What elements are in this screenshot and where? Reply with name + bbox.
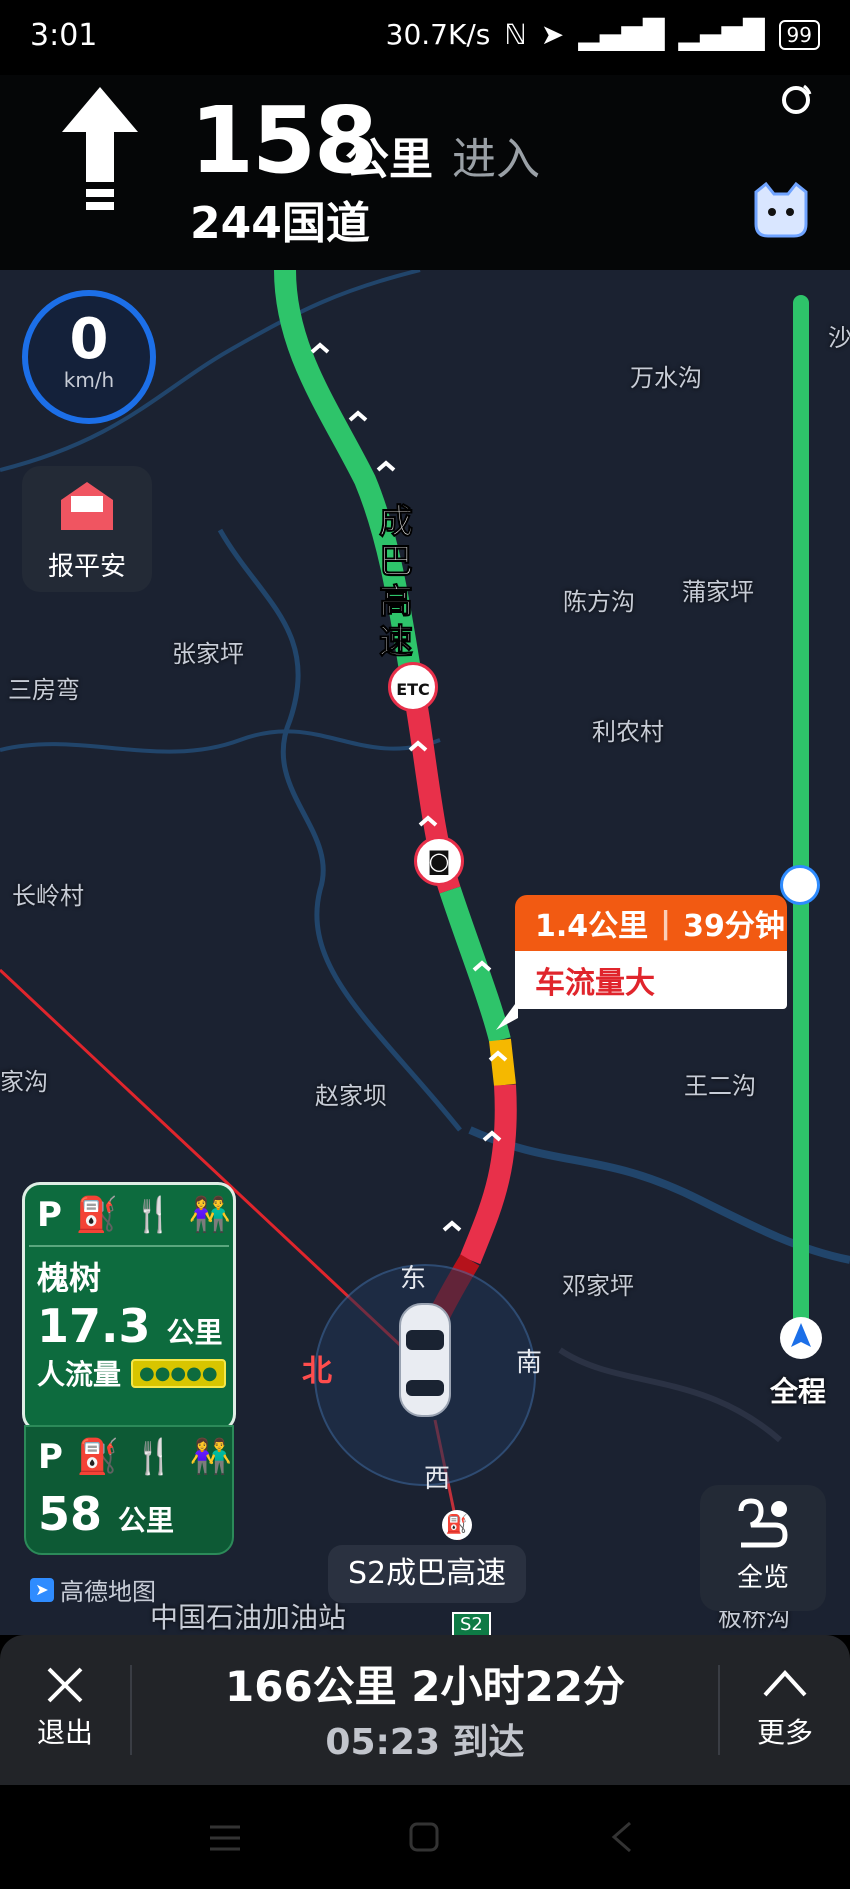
back-icon[interactable] <box>610 1821 634 1853</box>
amenities-row: P ⛽ 🍴 👫 <box>25 1185 233 1245</box>
menu-icon[interactable] <box>208 1823 242 1853</box>
place-label: 家沟 <box>0 1068 48 1096</box>
system-nav-bar <box>0 1785 850 1889</box>
service-area-distance-value: 17.3 <box>37 1299 151 1353</box>
highway-shield: S2 <box>452 1612 491 1635</box>
service-area-distance: 17.3 公里 <box>25 1299 233 1353</box>
parking-icon: P <box>38 1437 63 1477</box>
restroom-icon: 👫 <box>188 1195 231 1235</box>
divider <box>718 1665 720 1755</box>
current-position-icon <box>780 1317 822 1359</box>
compass-west: 西 <box>424 1464 451 1494</box>
overview-label: 全览 <box>736 1563 789 1593</box>
fuel-icon: ⛽ <box>75 1195 119 1235</box>
service-area-distance-unit: 公里 <box>166 1316 223 1349</box>
place-label: 长岭村 <box>12 882 84 910</box>
poi-label: 中国石油加油站 <box>150 1601 347 1634</box>
place-label: 邓家坪 <box>562 1272 634 1300</box>
crowd-level: 人流量 ●●●●● <box>25 1353 233 1393</box>
gaode-logo-icon: ➤ <box>30 1577 54 1602</box>
status-bar: 3:01 30.7K/s ℕ ➤ ▂▄▆█ ▂▄▆█ 99 <box>0 0 850 75</box>
place-label: 张家坪 <box>172 640 244 668</box>
crowd-meter-icon: ●●●●● <box>131 1358 226 1388</box>
location-icon: ➤ <box>540 18 565 51</box>
bottom-bar: 退出 166公里 2小时22分 05:23 到达 更多 <box>0 1635 850 1785</box>
trip-eta: 05:23 到达 <box>325 1722 525 1763</box>
chevron-up-icon <box>763 1670 807 1697</box>
service-area-card[interactable]: P ⛽ 🍴 👫 槐树 17.3 公里 人流量 ●●●●● <box>22 1182 236 1432</box>
route-name-label: 成巴高速 <box>379 502 414 663</box>
next-turn-action: 进入 <box>452 134 540 185</box>
route-progress-bar <box>793 295 809 1340</box>
congestion-duration: 39分钟 <box>683 909 785 944</box>
place-label: 三房弯 <box>8 676 80 704</box>
parking-icon: P <box>37 1195 62 1235</box>
service-area-distance: 58 公里 <box>26 1487 232 1541</box>
net-speed: 30.7K/s <box>385 18 491 51</box>
service-area-card-next[interactable]: P ⛽ 🍴 👫 58 公里 <box>24 1425 234 1555</box>
current-road-label: S2成巴高速 <box>328 1545 527 1603</box>
fuel-icon: ⛽ <box>76 1437 120 1477</box>
speed-value: 0 <box>69 307 109 372</box>
status-icons: 30.7K/s ℕ ➤ ▂▄▆█ ▂▄▆█ 99 <box>386 18 820 51</box>
brand-logo: ➤ 高德地图 <box>30 1572 156 1607</box>
overview-button[interactable]: 全览 <box>700 1485 826 1611</box>
vehicle-icon <box>399 1303 451 1417</box>
place-label: 赵家坝 <box>315 1082 387 1110</box>
brand-name: 高德地图 <box>60 1578 156 1606</box>
place-label: 利农村 <box>592 718 664 746</box>
amenities-row: P ⛽ 🍴 👫 <box>26 1427 232 1487</box>
home-icon[interactable] <box>408 1821 440 1853</box>
congestion-distance: 1.4公里 <box>535 909 649 944</box>
service-area-name: 槐树 <box>37 1259 102 1297</box>
place-label: 蒲家坪 <box>682 578 754 606</box>
crowd-label: 人流量 <box>37 1358 122 1391</box>
more-label: 更多 <box>756 1716 813 1749</box>
service-area-distance-unit: 公里 <box>118 1504 175 1537</box>
gas-station-icon[interactable]: ⛽ <box>442 1510 472 1540</box>
place-label: 沙 <box>828 324 850 352</box>
next-road-name: 244国道 <box>190 198 370 249</box>
etc-marker[interactable]: ETC <box>388 662 438 712</box>
restaurant-icon: 🍴 <box>133 1437 176 1477</box>
congestion-status: 车流量大 <box>515 951 787 1009</box>
nfc-icon: ℕ <box>504 18 527 51</box>
route-overview-icon <box>738 1498 788 1548</box>
service-area-distance-value: 58 <box>38 1487 103 1541</box>
speedometer: 0 km/h <box>22 290 156 424</box>
trip-summary: 166公里 2小时22分 <box>225 1662 625 1711</box>
report-safe-label: 报平安 <box>47 552 126 582</box>
place-label: 万水沟 <box>630 364 702 392</box>
voice-assistant-icon[interactable] <box>748 180 814 240</box>
satellite-icon[interactable] <box>776 80 816 120</box>
destination-pin-icon <box>780 865 820 905</box>
place-label: 陈方沟 <box>563 588 635 616</box>
restroom-icon: 👫 <box>189 1437 232 1477</box>
status-time: 3:01 <box>30 18 98 53</box>
place-label: 王二沟 <box>684 1072 756 1100</box>
speed-unit: km/h <box>63 368 115 392</box>
traffic-popup[interactable]: 1.4公里 | 39分钟 车流量大 <box>515 895 787 1009</box>
report-safe-button[interactable]: 报平安 <box>22 466 152 592</box>
compass-south: 南 <box>516 1348 543 1378</box>
speed-camera-icon[interactable]: ◙ <box>414 836 464 886</box>
signal2-icon: ▂▄▆█ <box>678 18 765 51</box>
battery-icon: 99 <box>778 19 820 50</box>
progress-label: 全程 <box>770 1375 827 1408</box>
compass-east: 东 <box>400 1264 427 1294</box>
next-turn-unit: 公里 <box>345 134 433 185</box>
envelope-icon <box>61 482 113 530</box>
more-button[interactable]: 更多 <box>750 1657 820 1751</box>
popup-pointer <box>496 1000 518 1030</box>
signal-icon: ▂▄▆█ <box>578 18 665 51</box>
restaurant-icon: 🍴 <box>132 1195 175 1235</box>
compass-north: 北 <box>302 1354 332 1389</box>
straight-arrow-icon <box>62 87 138 210</box>
nav-header: 158 公里 进入 244国道 <box>0 75 850 270</box>
